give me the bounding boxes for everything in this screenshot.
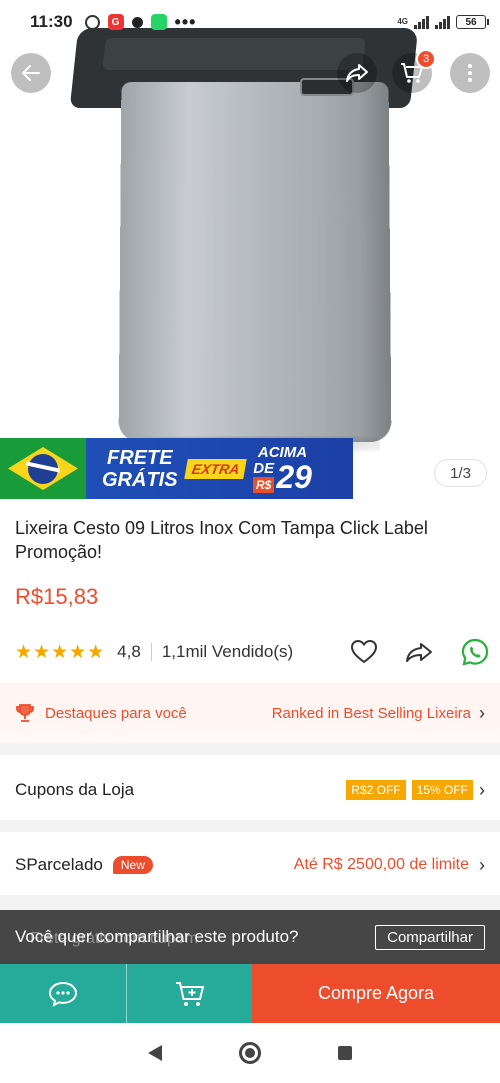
brazil-flag-icon: [0, 438, 86, 499]
sold-count: 1,1mil Vendido(s): [161, 642, 294, 661]
credit-limit: Até R$ 2500,00 de limite ›: [294, 855, 485, 876]
coupon-badge[interactable]: 15% OFF: [411, 780, 473, 800]
de-label: DE: [253, 459, 275, 477]
bin-body: [118, 81, 392, 442]
add-to-cart-icon: [175, 981, 204, 1006]
arrow-left-icon: [22, 65, 40, 81]
frete-line-2: GRÁTIS: [102, 468, 178, 491]
coupon-list: R$2 OFF 15% OFF ›: [346, 780, 485, 801]
store-coupons-label: Cupons da Loja: [15, 780, 135, 799]
chat-button[interactable]: [0, 964, 126, 1023]
chevron-right-icon: ›: [479, 779, 485, 800]
ranked-text: Ranked in Best Selling Lixeira: [271, 704, 471, 722]
ranked-link[interactable]: Ranked in Best Selling Lixeira ›: [272, 703, 485, 724]
threshold-text: ACIMA DE R$ 29: [253, 444, 312, 495]
trophy-icon: [16, 704, 34, 722]
chevron-right-icon: ›: [479, 702, 485, 723]
store-coupons-row[interactable]: Cupons da Loja R$2 OFF 15% OFF ›: [0, 760, 500, 820]
more-notifications-icon: •••: [174, 11, 197, 32]
signal-icon-2: [435, 15, 450, 29]
nav-recents-icon[interactable]: [337, 1046, 352, 1060]
section-divider: [0, 743, 500, 755]
image-counter: 1/3: [434, 459, 487, 487]
system-nav-bar: [0, 1023, 500, 1083]
rating-value: 4,8: [117, 642, 141, 661]
product-title: Lixeira Cesto 09 Litros Inox Com Tampa C…: [15, 518, 428, 562]
frete-gratis-text: FRETE GRÁTIS: [102, 447, 178, 491]
cart-count-badge: 3: [416, 49, 436, 69]
dot-icon: [131, 16, 143, 28]
alarm-icon: [84, 14, 100, 30]
battery-icon: 56: [456, 15, 489, 29]
free-shipping-banner: FRETE GRÁTIS EXTRA ACIMA DE R$ 29: [0, 438, 353, 499]
back-button[interactable]: [11, 53, 51, 93]
add-to-cart-button[interactable]: [126, 964, 252, 1023]
nav-home-icon[interactable]: [238, 1042, 261, 1064]
threshold-value: 29: [276, 458, 312, 495]
rating-row: ★★★★★ 4,8 1,1mil Vendido(s): [15, 636, 490, 668]
new-badge: New: [112, 856, 153, 874]
heart-icon[interactable]: [350, 639, 378, 665]
bottom-action-bar: Compre Agora: [0, 964, 500, 1023]
notification-icons: G •••: [84, 11, 197, 32]
banner-text-area: FRETE GRÁTIS EXTRA ACIMA DE R$ 29: [86, 438, 353, 499]
more-vertical-icon: [468, 64, 472, 82]
product-price: R$15,83: [15, 584, 99, 609]
star-rating-icon: ★★★★★: [15, 641, 106, 663]
coupon-badge[interactable]: R$2 OFF: [346, 780, 406, 800]
share-now-button[interactable]: Compartilhar: [375, 924, 485, 950]
underlying-shipping-text: Frete grátis com cupom: [30, 930, 199, 947]
credit-limit-text: Até R$ 2500,00 de limite: [293, 856, 469, 873]
status-bar: 11:30 G ••• 4G 56: [0, 0, 500, 44]
g-app-icon: G: [107, 14, 124, 30]
status-time: 11:30: [30, 12, 73, 31]
whatsapp-icon[interactable]: [460, 637, 490, 667]
extra-tag: EXTRA: [183, 458, 247, 479]
chevron-right-icon: ›: [479, 854, 485, 875]
highlights-row[interactable]: Destaques para você Ranked in Best Selli…: [0, 683, 500, 743]
currency-label: R$: [253, 476, 275, 493]
status-right: 4G 56: [397, 15, 489, 29]
divider: [150, 643, 152, 661]
chat-icon: [48, 981, 78, 1007]
cart-button[interactable]: 3: [392, 49, 436, 93]
highlights-label: Destaques para você: [45, 704, 187, 722]
section-divider: [0, 820, 500, 832]
share-button[interactable]: [337, 53, 377, 93]
buy-now-button[interactable]: Compre Agora: [252, 964, 500, 1023]
whatsapp-notification-icon: [150, 14, 167, 30]
share-icon: [346, 64, 368, 82]
section-divider: [0, 895, 500, 910]
sparcelado-label: SParcelado: [15, 855, 103, 874]
network-label: 4G: [397, 17, 408, 26]
nav-back-icon[interactable]: [148, 1045, 163, 1061]
signal-icon: [414, 15, 429, 29]
frete-line-1: FRETE: [107, 446, 173, 469]
product-actions: [350, 637, 490, 667]
share-outline-icon[interactable]: [404, 640, 434, 664]
sparcelado-row[interactable]: SParcelado New Até R$ 2500,00 de limite …: [0, 835, 500, 895]
more-menu-button[interactable]: [450, 53, 490, 93]
